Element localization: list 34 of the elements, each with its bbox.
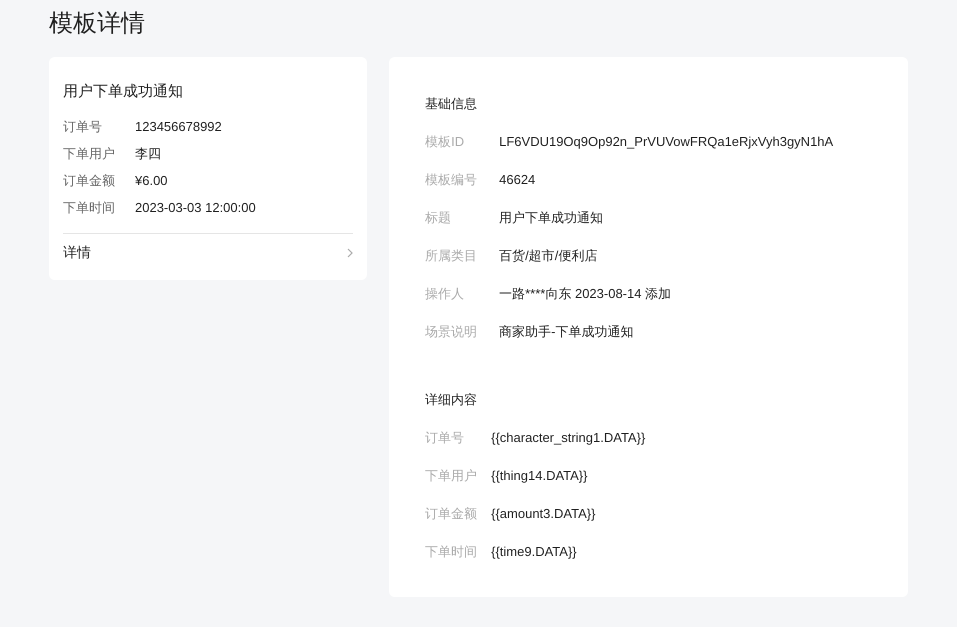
field-value: {{character_string1.DATA}} — [491, 429, 646, 447]
field-label: 下单用户 — [425, 467, 478, 485]
field-value: {{time9.DATA}} — [491, 543, 577, 561]
field-value: ¥6.00 — [135, 172, 168, 190]
field-value: 用户下单成功通知 — [499, 209, 604, 227]
field-label: 标题 — [425, 209, 452, 227]
field-value: 百货/超市/便利店 — [499, 247, 598, 265]
section-heading: 基础信息 — [425, 95, 478, 113]
field-label: 下单用户 — [63, 144, 116, 162]
field-label: 场景说明 — [425, 323, 478, 341]
preview-title: 用户下单成功通知 — [63, 82, 184, 102]
field-value: 46624 — [499, 171, 536, 189]
page-title: 模板详情 — [49, 9, 146, 39]
details-link[interactable]: 详情 — [63, 234, 354, 272]
field-label: 订单金额 — [425, 505, 478, 523]
field-value: 123456678992 — [135, 118, 222, 136]
field-value: LF6VDU19Oq9Op92n_PrVUVowFRQa1eRjxVyh3gyN1hA — [499, 133, 834, 151]
field-label: 模板ID — [425, 133, 466, 151]
field-label: 模板编号 — [425, 171, 478, 189]
section-heading: 详细内容 — [425, 391, 478, 409]
field-label: 操作人 — [425, 285, 466, 303]
field-value: 商家助手-下单成功通知 — [499, 323, 634, 341]
field-value: {{thing14.DATA}} — [491, 467, 588, 485]
field-label: 订单金额 — [63, 172, 116, 190]
field-label: 下单时间 — [63, 198, 116, 216]
field-label: 订单号 — [425, 429, 466, 447]
field-label: 下单时间 — [425, 543, 478, 561]
field-value: 李四 — [135, 144, 161, 162]
field-label: 订单号 — [63, 118, 103, 136]
field-value: 一路****向东 2023-08-14 添加 — [499, 285, 672, 303]
chevron-right-icon — [347, 248, 354, 258]
field-value: 2023-03-03 12:00:00 — [135, 198, 256, 216]
field-label: 所属类目 — [425, 247, 478, 265]
field-value: {{amount3.DATA}} — [491, 505, 596, 523]
